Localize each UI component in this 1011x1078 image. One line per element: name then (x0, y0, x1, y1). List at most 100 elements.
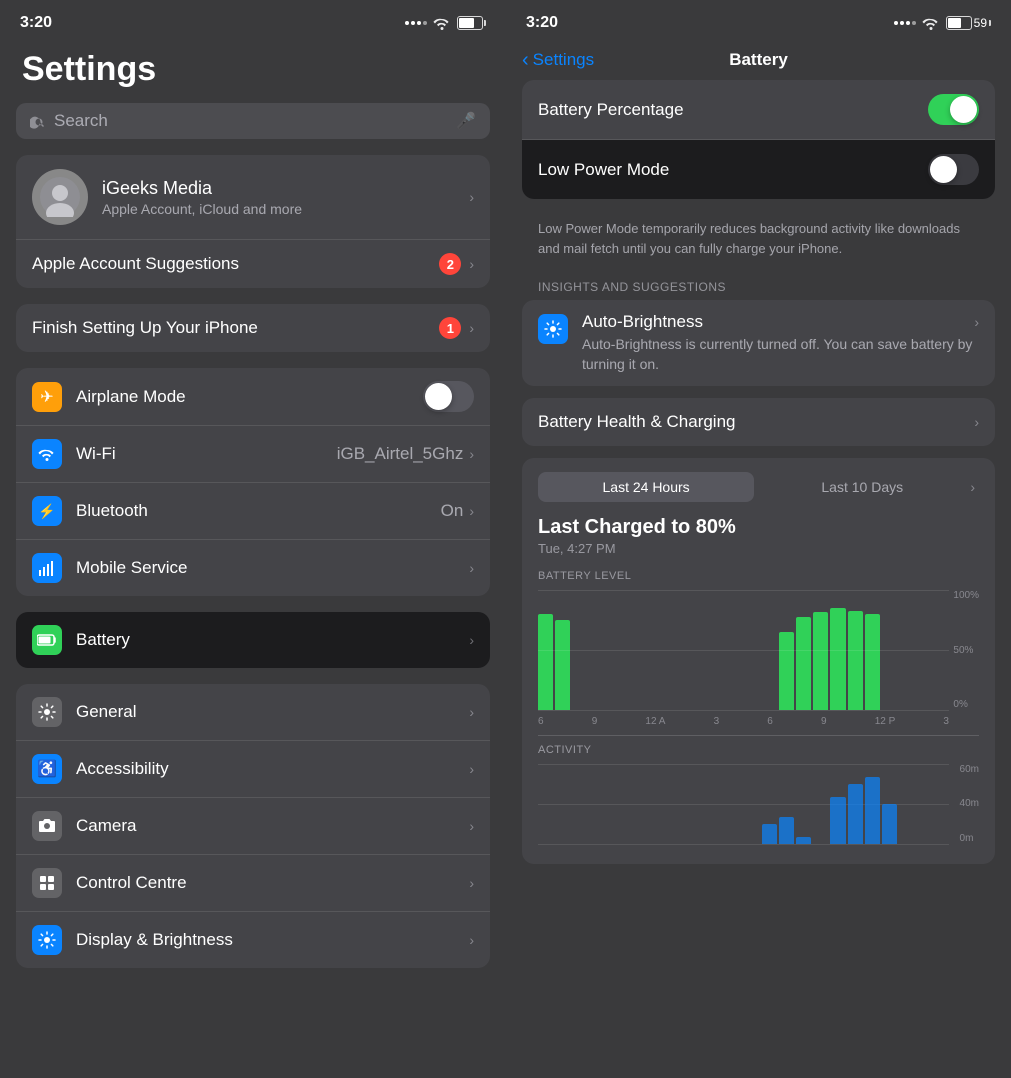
connectivity-section: ✈ Airplane Mode Wi-Fi iGB_Airtel_5Ghz › … (16, 368, 490, 596)
finish-setup-row[interactable]: Finish Setting Up Your iPhone 1 › (16, 304, 490, 352)
chart-tab-10d[interactable]: Last 10 Days (754, 472, 970, 502)
low-power-mode-row[interactable]: Low Power Mode (522, 140, 995, 199)
battery-health-row[interactable]: Battery Health & Charging › (522, 398, 995, 446)
wifi-chevron: › (469, 446, 474, 462)
left-panel: 3:20 Settings Search 🎤 (0, 0, 506, 1078)
control-centre-label: Control Centre (76, 873, 469, 893)
right-battery-body (946, 16, 972, 30)
chart-bar (830, 608, 845, 710)
search-placeholder: Search (54, 111, 108, 131)
low-power-label: Low Power Mode (538, 160, 928, 180)
dot1 (405, 21, 409, 25)
profile-row[interactable]: iGeeks Media Apple Account, iCloud and m… (16, 155, 490, 240)
right-panel: 3:20 59 ‹ Settings Ba (506, 0, 1011, 1078)
apple-account-chevron: › (469, 256, 474, 272)
right-signal-dots (894, 21, 916, 25)
camera-icon (32, 811, 62, 841)
battery-percentage-row[interactable]: Battery Percentage (522, 80, 995, 140)
bluetooth-label: Bluetooth (76, 501, 441, 521)
mic-icon: 🎤 (456, 111, 476, 131)
camera-row[interactable]: Camera › (16, 798, 490, 855)
activity-bar (779, 817, 794, 844)
accessibility-chevron: › (469, 761, 474, 777)
apple-account-row[interactable]: Apple Account Suggestions 2 › (16, 240, 490, 288)
insights-label: INSIGHTS AND SUGGESTIONS (522, 272, 995, 300)
y-label-0: 0% (953, 699, 979, 710)
profile-name: iGeeks Media (102, 178, 302, 199)
wifi-icon (433, 16, 451, 30)
battery-health-chevron: › (974, 414, 979, 430)
control-centre-icon (32, 868, 62, 898)
general-icon (32, 697, 62, 727)
activity-chart: 60m 40m 0m (538, 764, 979, 844)
dot3 (417, 21, 421, 25)
control-centre-row[interactable]: Control Centre › (16, 855, 490, 912)
apple-account-label: Apple Account Suggestions (32, 254, 439, 274)
right-time: 3:20 (526, 14, 558, 32)
accessibility-label: Accessibility (76, 759, 469, 779)
chart-divider (538, 735, 979, 736)
low-power-toggle[interactable] (928, 154, 979, 185)
activity-bar (899, 842, 914, 844)
activity-grid-top (538, 764, 949, 765)
back-label: Settings (533, 50, 594, 70)
auto-brightness-desc: Auto-Brightness is currently turned off.… (582, 335, 974, 374)
general-label: General (76, 702, 469, 722)
r-dot3 (906, 21, 910, 25)
accessibility-row[interactable]: ♿ Accessibility › (16, 741, 490, 798)
bluetooth-row[interactable]: ⚡ Bluetooth On › (16, 483, 490, 540)
airplane-mode-toggle[interactable] (423, 381, 474, 412)
profile-info: iGeeks Media Apple Account, iCloud and m… (102, 178, 302, 217)
battery-row[interactable]: Battery › (16, 612, 490, 668)
chart-bar (865, 614, 880, 710)
activity-y-labels: 60m 40m 0m (960, 764, 979, 844)
activity-bar (934, 842, 949, 844)
profile-chevron: › (469, 189, 474, 205)
search-bar[interactable]: Search 🎤 (16, 103, 490, 139)
general-chevron: › (469, 704, 474, 720)
r-dot4 (912, 21, 916, 25)
mobile-service-row[interactable]: Mobile Service › (16, 540, 490, 596)
activity-bar (916, 842, 931, 844)
activity-bar (796, 837, 811, 844)
battery-chevron: › (469, 632, 474, 648)
finish-setup-chevron: › (469, 320, 474, 336)
chart-tab-24h[interactable]: Last 24 Hours (538, 472, 754, 502)
right-nav-bar: ‹ Settings Battery (506, 40, 1011, 80)
auto-brightness-chevron: › (974, 314, 979, 330)
y-label-100: 100% (953, 590, 979, 601)
profile-section: iGeeks Media Apple Account, iCloud and m… (16, 155, 490, 288)
wifi-value: iGB_Airtel_5Ghz (337, 444, 464, 464)
display-brightness-row[interactable]: Display & Brightness › (16, 912, 490, 968)
camera-chevron: › (469, 818, 474, 834)
x-label-9b: 9 (821, 716, 827, 727)
airplane-mode-row[interactable]: ✈ Airplane Mode (16, 368, 490, 426)
activity-bar (607, 842, 622, 844)
activity-bar (813, 842, 828, 844)
low-power-desc: Low Power Mode temporarily reduces backg… (522, 211, 995, 272)
battery-row-icon (32, 625, 62, 655)
activity-bar (882, 804, 897, 844)
left-battery-icon (457, 16, 486, 30)
auto-brightness-row[interactable]: Auto-Brightness Auto-Brightness is curre… (522, 300, 995, 386)
chart-bar (848, 611, 863, 711)
finish-setup-section: Finish Setting Up Your iPhone 1 › (16, 304, 490, 352)
activity-bar (693, 842, 708, 844)
r-dot1 (894, 21, 898, 25)
right-status-bar: 3:20 59 (506, 0, 1011, 40)
chart-bar (538, 614, 553, 710)
back-button[interactable]: ‹ Settings (522, 49, 594, 72)
signal-dots (405, 21, 427, 25)
accessibility-icon: ♿ (32, 754, 62, 784)
right-content: Battery Percentage Low Power Mode Low Po… (506, 80, 1011, 876)
battery-health-label: Battery Health & Charging (538, 412, 974, 432)
wifi-row[interactable]: Wi-Fi iGB_Airtel_5Ghz › (16, 426, 490, 483)
chart-y-labels: 100% 50% 0% (953, 590, 979, 710)
battery-health-card: Battery Health & Charging › (522, 398, 995, 446)
bluetooth-chevron: › (469, 503, 474, 519)
auto-brightness-icon (538, 314, 568, 344)
battery-percentage-toggle[interactable] (928, 94, 979, 125)
chart-bar (779, 632, 794, 710)
r-dot2 (900, 21, 904, 25)
general-row[interactable]: General › (16, 684, 490, 741)
